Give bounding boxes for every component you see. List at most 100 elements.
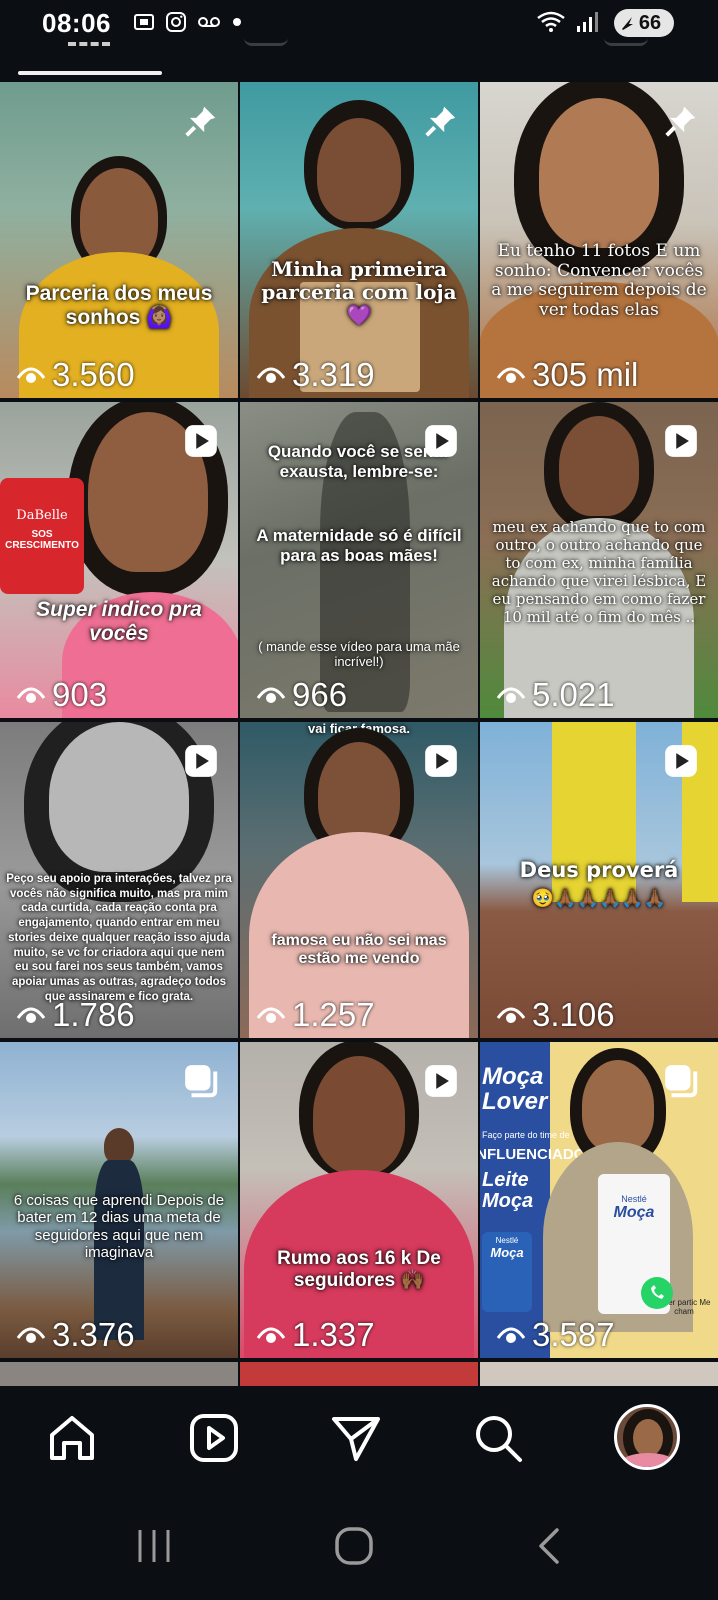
eye-icon xyxy=(16,687,46,703)
battery-icon xyxy=(622,17,633,30)
post-tile[interactable]: Quando você se sentir exausta, lembre-se… xyxy=(240,402,478,718)
eye-icon xyxy=(256,367,286,383)
view-count-value: 5.021 xyxy=(532,676,615,713)
post-tile[interactable] xyxy=(480,1362,718,1386)
person-face xyxy=(539,98,659,248)
home-circle-icon[interactable] xyxy=(334,1526,374,1566)
post-caption: famosa eu não sei mas estão me vendo xyxy=(271,932,447,968)
tab-reels[interactable] xyxy=(244,36,288,46)
signal-icon xyxy=(577,12,598,32)
carousel-icon xyxy=(665,1065,698,1098)
nav-direct[interactable] xyxy=(326,1408,386,1468)
post-tile[interactable] xyxy=(0,1362,238,1386)
view-count: 903 xyxy=(16,676,107,714)
bottom-navigation xyxy=(0,1386,718,1496)
eye-icon xyxy=(16,1327,46,1343)
product-brand: DaBelle xyxy=(16,508,68,523)
post-tile[interactable] xyxy=(240,1362,478,1386)
pin-icon xyxy=(185,106,216,137)
posts-grid: Parceria dos meus sonhos 🙆🏽‍♀️ 3.560 Min… xyxy=(0,82,718,1386)
view-count-value: 3.319 xyxy=(292,356,375,393)
post-tile[interactable]: Moça Lover Faço parte do time de INFLUEN… xyxy=(480,1042,718,1358)
post-caption: meu ex achando que to com outro, o outro… xyxy=(491,518,707,626)
view-count-value: 1.257 xyxy=(292,996,375,1033)
view-count: 3.319 xyxy=(256,356,375,394)
person-face xyxy=(582,1060,655,1152)
promo-subtitle: Faço parte do time de xyxy=(482,1130,570,1140)
post-tile[interactable]: DaBelle SOS CRESCIMENTO Super indico pra… xyxy=(0,402,238,718)
post-tile[interactable]: meu ex achando que to com outro, o outro… xyxy=(480,402,718,718)
post-tile[interactable]: Rumo aos 16 k De seguidores 🙌🏾 1.337 xyxy=(240,1042,478,1358)
reel-icon xyxy=(185,425,217,457)
eye-icon xyxy=(496,1327,526,1343)
view-count-value: 3.587 xyxy=(532,1316,615,1353)
eye-icon xyxy=(256,1007,286,1023)
post-tile[interactable]: Deus proverá 🥹🙏🏾🙏🏾🙏🏾🙏🏾🙏🏾 3.106 xyxy=(480,722,718,1038)
can-moca-label: Moça xyxy=(490,1245,524,1260)
view-count-value: 305 mil xyxy=(532,356,639,393)
tab-other[interactable] xyxy=(604,36,648,46)
nav-reels[interactable] xyxy=(184,1408,244,1468)
person-face xyxy=(317,118,401,222)
profile-avatar[interactable] xyxy=(614,1404,680,1470)
reel-icon xyxy=(185,745,217,777)
reel-icon xyxy=(665,425,697,457)
post-caption-secondary: A maternidade só é difícil para as boas … xyxy=(256,526,462,565)
view-count-value: 966 xyxy=(292,676,348,713)
view-count-value: 3.106 xyxy=(532,996,615,1033)
product-jar: DaBelle SOS CRESCIMENTO xyxy=(0,478,84,594)
post-tile[interactable]: Minha primeira parceria com loja 💜 3.319 xyxy=(240,82,478,398)
view-count-value: 1.786 xyxy=(52,996,135,1033)
eye-icon xyxy=(256,687,286,703)
post-caption: Peço seu apoio pra interações, talvez pr… xyxy=(6,873,232,1003)
post-caption: Rumo aos 16 k De seguidores 🙌🏾 xyxy=(277,1248,441,1291)
apron-moca: Moça xyxy=(613,1204,655,1221)
promo-brand: Leite Moça xyxy=(482,1169,534,1212)
tab-grid[interactable] xyxy=(68,38,110,46)
post-tile[interactable]: Parceria dos meus sonhos 🙆🏽‍♀️ 3.560 xyxy=(0,82,238,398)
view-count: 1.337 xyxy=(256,1316,375,1354)
view-count-value: 903 xyxy=(52,676,108,713)
avatar-face xyxy=(633,1419,663,1457)
back-icon[interactable] xyxy=(530,1526,570,1566)
reel-icon xyxy=(425,1065,457,1097)
eye-icon xyxy=(16,367,46,383)
post-tile[interactable]: Peço seu apoio pra interações, talvez pr… xyxy=(0,722,238,1038)
active-tab-indicator xyxy=(18,71,162,75)
view-count-value: 3.376 xyxy=(52,1316,135,1353)
post-tile[interactable]: Eu tenho 11 fotos E um sonho: Convencer … xyxy=(480,82,718,398)
reel-icon xyxy=(665,745,697,777)
post-caption-note: ( mande esse vídeo para uma mãe incrível… xyxy=(258,639,460,669)
view-count: 1.257 xyxy=(256,996,375,1034)
person-face xyxy=(318,742,400,846)
post-caption: Eu tenho 11 fotos E um sonho: Convencer … xyxy=(491,241,707,320)
post-caption: Parceria dos meus sonhos 🙆🏽‍♀️ xyxy=(25,282,213,330)
whatsapp-icon xyxy=(641,1277,673,1309)
post-tile[interactable]: 6 coisas que aprendi Depois de bater em … xyxy=(0,1042,238,1358)
post-caption: Deus proverá xyxy=(519,858,679,882)
apron-nestle: Nestlé xyxy=(621,1194,647,1204)
reel-icon xyxy=(425,745,457,777)
promo-title: Moça Lover xyxy=(482,1063,548,1116)
view-count-value: 3.560 xyxy=(52,356,135,393)
person-face xyxy=(104,1128,134,1164)
system-navigation xyxy=(0,1496,718,1600)
recents-icon[interactable] xyxy=(134,1526,174,1566)
instagram-icon xyxy=(166,12,186,32)
battery-level: 66 xyxy=(638,11,662,34)
eye-icon xyxy=(496,1007,526,1023)
direct-icon xyxy=(332,1417,380,1461)
nav-home[interactable] xyxy=(42,1408,102,1468)
pin-icon xyxy=(665,106,696,137)
person-face xyxy=(49,722,189,872)
product-name: SOS CRESCIMENTO xyxy=(5,529,79,551)
eye-icon xyxy=(256,1327,286,1343)
post-background xyxy=(240,1362,478,1386)
eye-icon xyxy=(496,367,526,383)
promo-can: Nestlé Moça xyxy=(482,1232,532,1312)
nav-search[interactable] xyxy=(468,1408,528,1468)
home-icon xyxy=(50,1416,94,1460)
post-tile[interactable]: vai ficar famosa. famosa eu não sei mas … xyxy=(240,722,478,1038)
eye-icon xyxy=(16,1007,46,1023)
post-emojis: 🥹🙏🏾🙏🏾🙏🏾🙏🏾🙏🏾 xyxy=(531,888,667,908)
